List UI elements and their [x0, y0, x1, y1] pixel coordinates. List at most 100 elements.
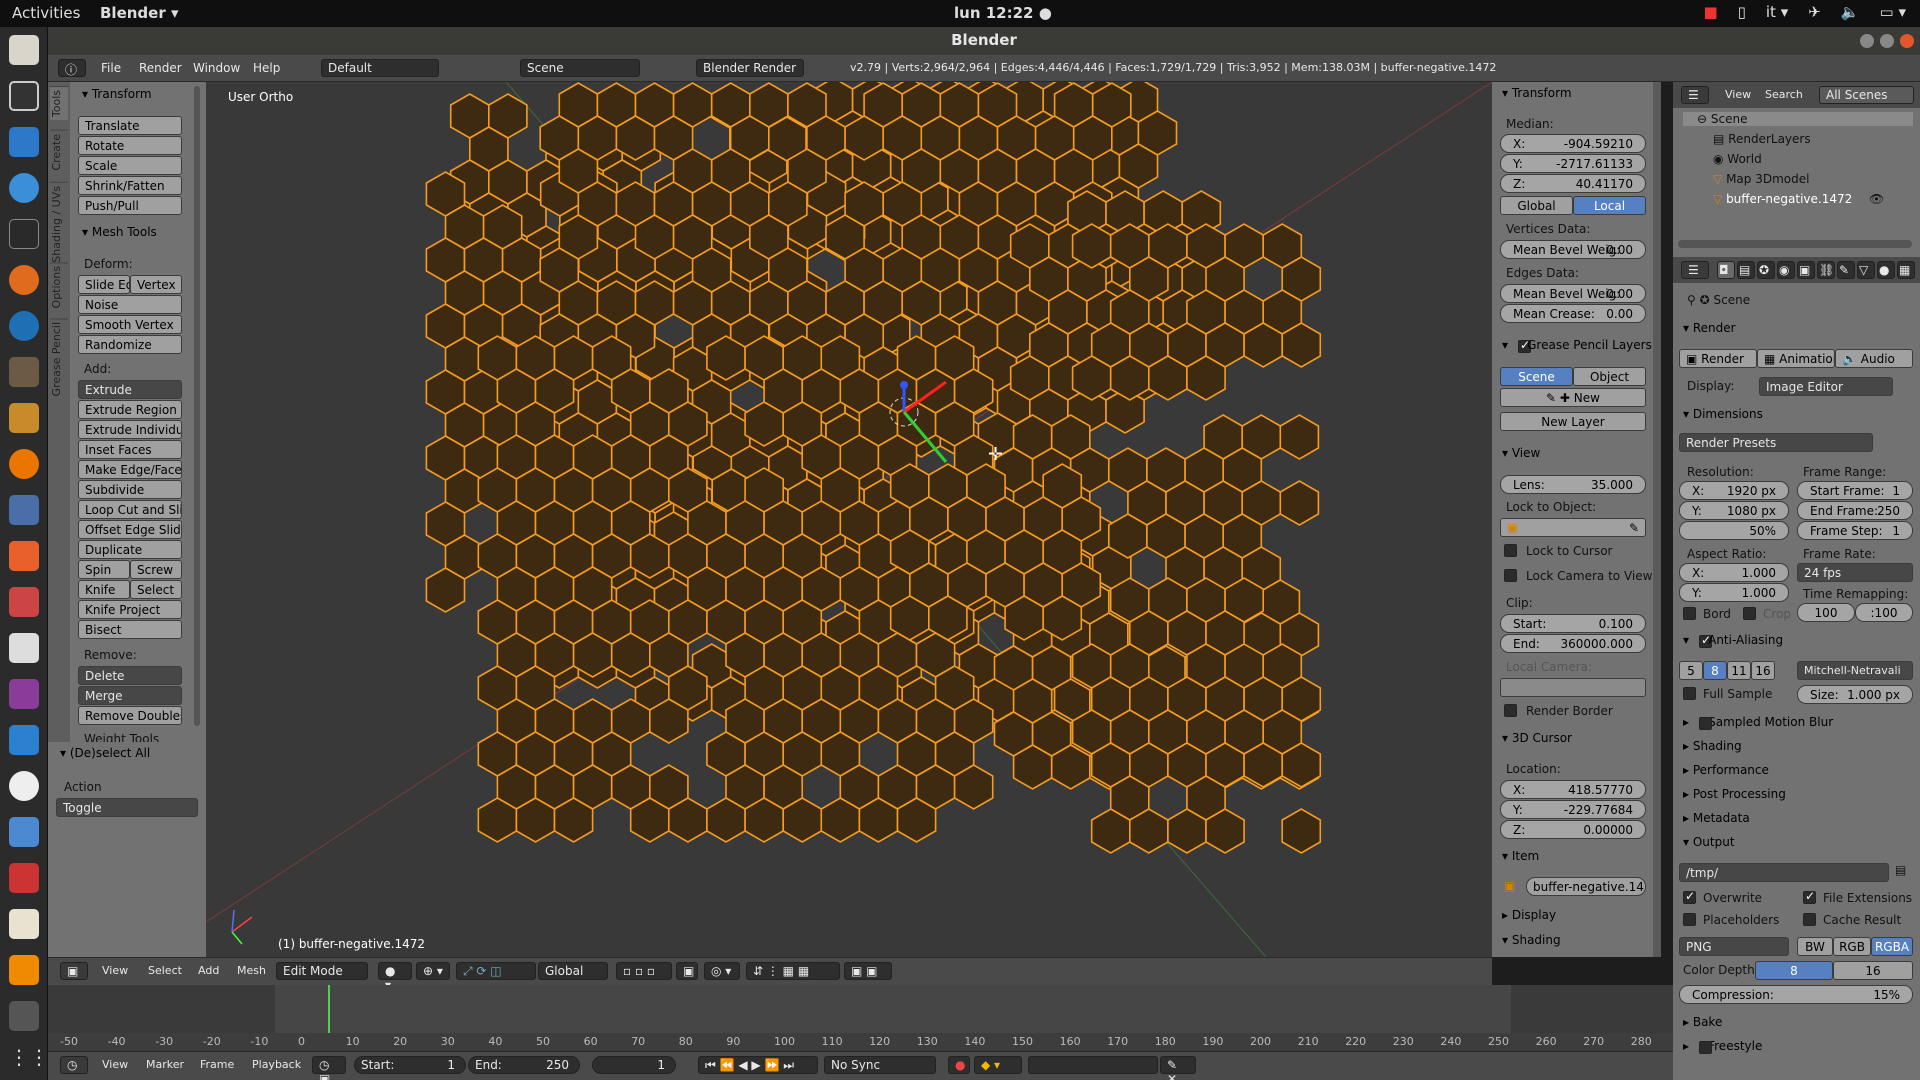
color-depth-8[interactable]: 8 — [1755, 961, 1833, 980]
eyedropper-icon[interactable]: ✎ — [1629, 521, 1639, 535]
playback-controls[interactable]: ⏮ ⏪ ◀ ▶ ⏩ ⏭ — [698, 1056, 818, 1074]
remap-new-field[interactable]: :100 — [1855, 603, 1913, 622]
select-mode-buttons[interactable]: ▫ ▫ ▫ — [616, 962, 672, 980]
compression-field[interactable]: Compression: 15% — [1679, 985, 1913, 1004]
writer-icon[interactable] — [9, 127, 39, 157]
render-button[interactable]: ▣ Render — [1679, 349, 1757, 368]
gp-scene-toggle[interactable]: Scene — [1500, 367, 1573, 386]
language-indicator[interactable]: it ▾ — [1766, 3, 1788, 21]
editor-icon[interactable] — [9, 909, 39, 939]
mesh-tools-panel-header[interactable]: ▾ Mesh Tools — [82, 225, 157, 239]
knife-button[interactable]: Knife — [78, 580, 130, 599]
impress-icon[interactable] — [9, 495, 39, 525]
display-dropdown[interactable]: Image Editor — [1759, 377, 1893, 396]
median-z-field[interactable]: Z: 40.41170 — [1500, 174, 1646, 193]
lock-object-field[interactable]: ▣ ✎ — [1500, 518, 1646, 537]
subdivide-button[interactable]: Subdivide — [78, 480, 182, 499]
battery-icon[interactable]: ▭ ▾ — [1880, 3, 1906, 21]
start-frame-timeline[interactable]: Start: 1 — [354, 1056, 466, 1074]
transfer-icon[interactable] — [9, 725, 39, 755]
color-depth-16[interactable]: 16 — [1833, 961, 1913, 980]
n-view-header[interactable]: ▾ View — [1502, 446, 1540, 460]
clip-start-field[interactable]: Start: 0.100 — [1500, 614, 1646, 633]
eye-icon[interactable] — [9, 771, 39, 801]
local-camera-field[interactable] — [1500, 678, 1646, 697]
shrink-fatten-button[interactable]: Shrink/Fatten — [78, 176, 182, 195]
chromium-icon[interactable] — [9, 173, 39, 203]
viewport-add-menu[interactable]: Add — [198, 964, 219, 977]
loop-cut-button[interactable]: Loop Cut and Slide — [78, 500, 182, 519]
bw-toggle[interactable]: BW — [1797, 937, 1833, 956]
blender-icon[interactable] — [9, 449, 39, 479]
delete-dropdown[interactable]: Delete — [78, 666, 182, 685]
menu-window[interactable]: Window — [193, 61, 240, 75]
output-path-field[interactable]: /tmp/ — [1679, 863, 1889, 882]
aspect-x-field[interactable]: X: 1.000 — [1679, 563, 1789, 582]
metadata-header[interactable]: ▸ Metadata — [1683, 811, 1750, 825]
randomize-button[interactable]: Randomize — [78, 335, 182, 354]
timeline-view-menu[interactable]: View — [102, 1058, 128, 1071]
bake-header[interactable]: ▸ Bake — [1683, 1015, 1722, 1029]
tab-grease-pencil[interactable]: Grease Pencil — [50, 318, 68, 400]
spin-button[interactable]: Spin — [78, 560, 130, 579]
duplicate-button[interactable]: Duplicate — [78, 540, 182, 559]
render-presets-dropdown[interactable]: Render Presets — [1679, 433, 1873, 452]
software-icon[interactable] — [9, 541, 39, 571]
outliner-view-menu[interactable]: View — [1725, 88, 1751, 101]
extrude-region-button[interactable]: Extrude Region — [78, 400, 182, 419]
constraints-tab-icon[interactable]: ⛓ — [1817, 261, 1835, 279]
clipboard-icon[interactable]: ▯ — [1738, 3, 1746, 21]
global-toggle[interactable]: Global — [1500, 196, 1573, 215]
mean-bevel-vert-field[interactable]: Mean Bevel Weig: 0.00 — [1500, 240, 1646, 259]
outliner-search-menu[interactable]: Search — [1765, 88, 1803, 101]
aa-16-button[interactable]: 16 — [1751, 661, 1775, 680]
orientation-selector[interactable]: Global — [538, 962, 608, 980]
median-y-field[interactable]: Y: -2717.61133 — [1500, 154, 1646, 173]
scale-button[interactable]: Scale — [78, 156, 182, 175]
keying-set-field[interactable] — [1028, 1056, 1158, 1074]
knife-select-button[interactable]: Select — [130, 580, 182, 599]
3d-cursor-header[interactable]: ▾ 3D Cursor — [1502, 731, 1572, 745]
timeline-playback-menu[interactable]: Playback — [252, 1058, 301, 1071]
menu-render[interactable]: Render — [139, 61, 182, 75]
keying-set-icons[interactable]: ◆ ▾ — [974, 1056, 1022, 1074]
median-x-field[interactable]: X: -904.59210 — [1500, 134, 1646, 153]
border-checkbox[interactable] — [1683, 607, 1696, 620]
aa-11-button[interactable]: 11 — [1727, 661, 1751, 680]
noise-button[interactable]: Noise — [78, 295, 182, 314]
tab-tools[interactable]: Tools — [50, 86, 68, 121]
app-grid-icon[interactable]: ⋮⋮ — [9, 1045, 49, 1075]
fps-dropdown[interactable]: 24 fps — [1797, 563, 1913, 582]
performance-header[interactable]: ▸ Performance — [1683, 763, 1769, 777]
viewport-mesh-menu[interactable]: Mesh — [237, 964, 266, 977]
merge-dropdown[interactable]: Merge — [78, 686, 182, 705]
preview-range-toggle[interactable]: ◷ ▣ — [312, 1056, 346, 1080]
maximize-button[interactable] — [1880, 34, 1894, 48]
all-scenes-selector[interactable]: All Scenes — [1819, 86, 1914, 104]
shading-section-header[interactable]: ▸ Shading — [1683, 739, 1742, 753]
offset-edge-slide-button[interactable]: Offset Edge Slide — [78, 520, 182, 539]
operator-title[interactable]: ▾ (De)select All — [60, 746, 150, 760]
outliner-scrollbar[interactable] — [1678, 240, 1912, 248]
folder-icon[interactable]: ▤ — [1895, 863, 1906, 877]
sidebar-scrollbar[interactable] — [1653, 82, 1661, 957]
aa-8-button[interactable]: 8 — [1703, 661, 1727, 680]
vlc-icon[interactable] — [9, 955, 39, 985]
lock-to-cursor-checkbox[interactable] — [1504, 544, 1517, 557]
display-header[interactable]: ▸ Display — [1502, 908, 1556, 922]
layout-selector[interactable]: Default — [321, 59, 439, 77]
toolshelf-scrollbar[interactable] — [194, 86, 200, 726]
render-border-checkbox[interactable] — [1504, 704, 1517, 717]
media-icon[interactable] — [9, 679, 39, 709]
clip-end-field[interactable]: End: 360000.000 — [1500, 634, 1646, 653]
sync-selector[interactable]: No Sync — [824, 1056, 936, 1074]
inset-faces-button[interactable]: Inset Faces — [78, 440, 182, 459]
data-tab-icon[interactable]: ▽ — [1857, 261, 1875, 279]
aa-filter-dropdown[interactable]: Mitchell-Netravali — [1797, 661, 1913, 680]
record-icon[interactable]: ■ — [1703, 3, 1717, 21]
cache-result-checkbox[interactable] — [1803, 913, 1816, 926]
activities-button[interactable]: Activities — [12, 4, 80, 22]
texture-tab-icon[interactable]: ▦ — [1897, 261, 1915, 279]
rgba-toggle[interactable]: RGBA — [1871, 937, 1913, 956]
rotate-button[interactable]: Rotate — [78, 136, 182, 155]
